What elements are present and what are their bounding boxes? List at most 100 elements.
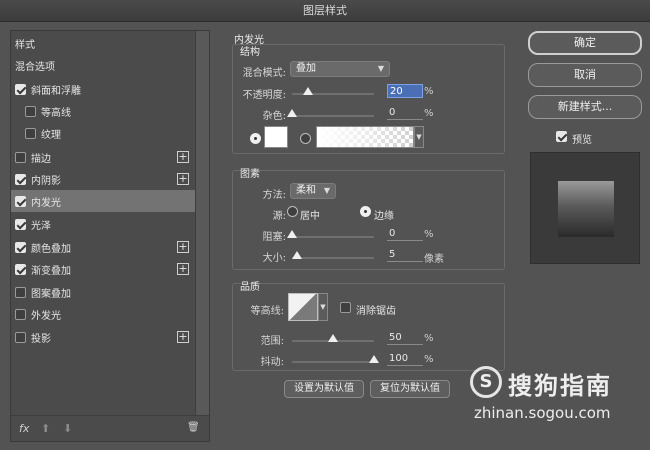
style-item-checkbox[interactable] bbox=[15, 263, 26, 275]
watermark-brand: 搜狗指南 bbox=[508, 372, 612, 400]
style-item[interactable]: 内阴影 + bbox=[11, 168, 195, 190]
size-input[interactable]: 5 bbox=[387, 248, 423, 262]
source-center-radio[interactable] bbox=[287, 206, 298, 217]
method-select[interactable]: 柔和 ▼ bbox=[290, 183, 336, 199]
style-item-checkbox[interactable] bbox=[15, 195, 26, 207]
add-style-icon[interactable]: + bbox=[177, 263, 189, 275]
style-item[interactable]: 内发光 bbox=[11, 190, 195, 212]
new-style-button[interactable]: 新建样式... bbox=[528, 95, 642, 119]
opacity-unit: % bbox=[424, 86, 434, 97]
blend-mode-value: 叠加 bbox=[296, 63, 316, 74]
style-item[interactable]: 斜面和浮雕 bbox=[11, 78, 195, 100]
jitter-slider-track[interactable] bbox=[292, 361, 374, 363]
range-label: 范围: bbox=[260, 336, 284, 347]
style-item-label: 样式 bbox=[15, 39, 35, 51]
method-label: 方法: bbox=[262, 190, 286, 201]
style-item-checkbox[interactable] bbox=[25, 105, 36, 117]
contour-dropdown[interactable]: ▼ bbox=[318, 293, 328, 321]
noise-unit: % bbox=[424, 108, 434, 119]
style-item-label: 纹理 bbox=[41, 129, 61, 141]
style-item-checkbox[interactable] bbox=[15, 241, 26, 253]
gradient-radio[interactable] bbox=[300, 133, 311, 144]
opacity-slider-knob[interactable] bbox=[303, 87, 314, 95]
style-item-label: 外发光 bbox=[31, 310, 61, 322]
jitter-input[interactable]: 100 bbox=[387, 352, 423, 366]
color-radio[interactable] bbox=[250, 133, 261, 144]
size-slider-track[interactable] bbox=[292, 257, 374, 259]
jitter-label: 抖动: bbox=[260, 357, 284, 368]
style-item-label: 颜色叠加 bbox=[31, 243, 71, 255]
opacity-input[interactable]: 20 bbox=[387, 84, 423, 98]
contour-preview[interactable] bbox=[288, 293, 318, 321]
watermark-url: zhinan.sogou.com bbox=[474, 404, 611, 422]
chevron-down-icon: ▼ bbox=[377, 64, 384, 73]
antialias-label[interactable]: 消除锯齿 bbox=[356, 302, 396, 317]
style-item[interactable]: 光泽 bbox=[11, 213, 195, 235]
add-style-icon[interactable]: + bbox=[177, 331, 189, 343]
move-down-icon[interactable]: ⬇ bbox=[63, 422, 72, 435]
style-item-checkbox[interactable] bbox=[15, 218, 26, 230]
style-item-checkbox[interactable] bbox=[15, 331, 26, 343]
glow-color-swatch[interactable] bbox=[264, 126, 288, 148]
style-item-checkbox[interactable] bbox=[15, 173, 26, 185]
style-item-label: 投影 bbox=[31, 333, 51, 345]
source-edge-label[interactable]: 边缘 bbox=[374, 207, 394, 222]
jitter-slider-knob[interactable] bbox=[369, 355, 379, 363]
styles-list-panel: 样式 混合选项 斜面和浮雕 等高线 纹理 描边 + 内阴影 + 内发光 光泽 颜色叠加 + 渐变叠加 + 图案… bbox=[10, 30, 210, 442]
styles-list-scrollbar[interactable] bbox=[195, 31, 209, 415]
fx-menu-button[interactable]: fx bbox=[19, 422, 29, 435]
style-item-label: 光泽 bbox=[31, 220, 51, 232]
style-item[interactable]: 投影 + bbox=[11, 326, 195, 348]
add-style-icon[interactable]: + bbox=[177, 151, 189, 163]
style-item[interactable]: 混合选项 bbox=[11, 54, 195, 76]
style-item[interactable]: 纹理 bbox=[11, 122, 195, 144]
add-style-icon[interactable]: + bbox=[177, 241, 189, 253]
style-item[interactable]: 渐变叠加 + bbox=[11, 258, 195, 280]
range-input[interactable]: 50 bbox=[387, 331, 423, 345]
reset-default-button[interactable]: 复位为默认值 bbox=[370, 380, 450, 398]
move-up-icon[interactable]: ⬆ bbox=[41, 422, 50, 435]
noise-slider-track[interactable] bbox=[292, 115, 374, 117]
source-edge-radio[interactable] bbox=[360, 206, 371, 217]
preview-label[interactable]: 预览 bbox=[572, 131, 592, 146]
set-default-button[interactable]: 设置为默认值 bbox=[284, 380, 364, 398]
antialias-checkbox[interactable] bbox=[340, 302, 351, 313]
size-unit: 像素 bbox=[424, 254, 444, 265]
ok-button[interactable]: 确定 bbox=[528, 31, 642, 55]
choke-slider-knob[interactable] bbox=[287, 230, 297, 238]
size-slider-knob[interactable] bbox=[292, 251, 302, 259]
style-item-checkbox[interactable] bbox=[15, 83, 26, 95]
choke-input[interactable]: 0 bbox=[387, 227, 423, 241]
style-item-label: 图案叠加 bbox=[31, 288, 71, 300]
style-item[interactable]: 样式 bbox=[11, 32, 195, 54]
noise-input[interactable]: 0 bbox=[387, 106, 423, 120]
style-item-checkbox[interactable] bbox=[25, 127, 36, 139]
style-item[interactable]: 外发光 bbox=[11, 303, 195, 325]
range-slider-knob[interactable] bbox=[328, 334, 338, 342]
trash-icon[interactable]: 🗑 bbox=[187, 422, 200, 433]
jitter-unit: % bbox=[424, 354, 434, 365]
gradient-swatch[interactable] bbox=[316, 126, 414, 148]
gradient-dropdown[interactable]: ▼ bbox=[414, 126, 424, 148]
style-item[interactable]: 描边 + bbox=[11, 146, 195, 168]
style-item-checkbox[interactable] bbox=[15, 151, 26, 163]
source-center-label[interactable]: 居中 bbox=[300, 207, 320, 222]
style-item-label: 内阴影 bbox=[31, 175, 61, 187]
blend-mode-select[interactable]: 叠加 ▼ bbox=[290, 61, 390, 77]
style-item[interactable]: 等高线 bbox=[11, 100, 195, 122]
style-item-checkbox[interactable] bbox=[15, 286, 26, 298]
choke-slider-track[interactable] bbox=[292, 236, 374, 238]
style-item-label: 等高线 bbox=[41, 107, 71, 119]
quality-title: 品质 bbox=[240, 282, 260, 293]
noise-slider-knob[interactable] bbox=[287, 109, 297, 117]
method-value: 柔和 bbox=[296, 185, 316, 196]
style-item[interactable]: 颜色叠加 + bbox=[11, 236, 195, 258]
opacity-label: 不透明度: bbox=[242, 90, 286, 101]
preview-checkbox[interactable] bbox=[556, 131, 567, 142]
window-title: 图层样式 bbox=[0, 0, 650, 22]
style-item[interactable]: 图案叠加 bbox=[11, 281, 195, 303]
contour-label: 等高线: bbox=[250, 306, 284, 317]
cancel-button[interactable]: 取消 bbox=[528, 63, 642, 87]
style-item-checkbox[interactable] bbox=[15, 308, 26, 320]
add-style-icon[interactable]: + bbox=[177, 173, 189, 185]
